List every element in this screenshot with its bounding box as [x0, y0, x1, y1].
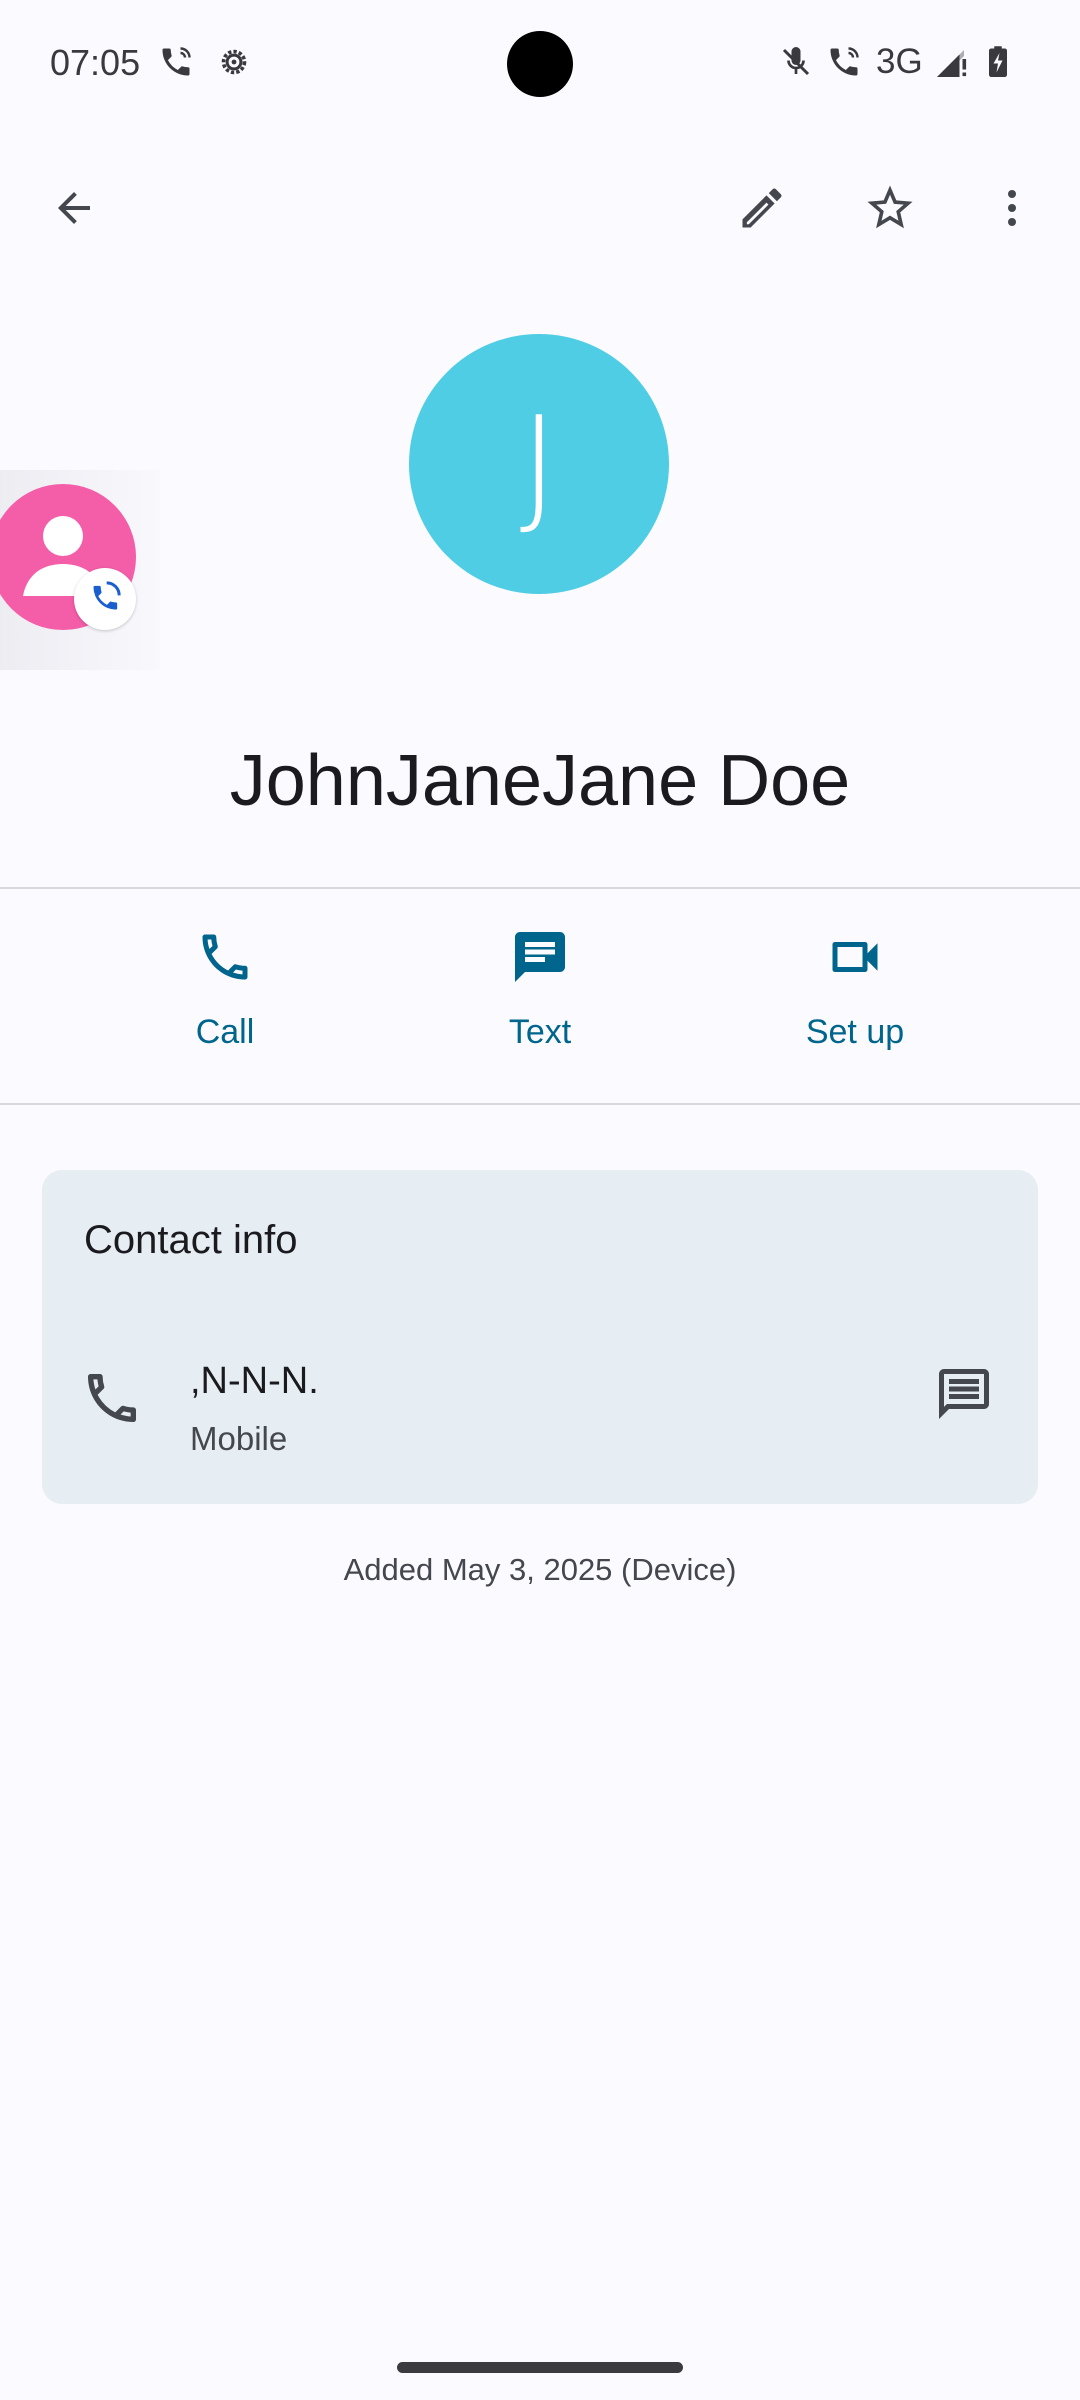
status-bar: 07:05 3G — [0, 0, 1080, 130]
phone-icon — [193, 925, 257, 989]
divider — [0, 1103, 1080, 1105]
send-message-button[interactable] — [924, 1356, 1004, 1436]
back-button[interactable] — [34, 170, 114, 250]
favorite-button[interactable] — [850, 170, 930, 250]
call-label: Call — [195, 1013, 255, 1051]
network-type: 3G — [876, 42, 923, 81]
added-date: Added May 3, 2025 (Device) — [343, 1552, 737, 1587]
settings-gear-icon — [216, 44, 252, 80]
phone-type-label: Mobile — [190, 1420, 288, 1457]
call-action[interactable]: Call — [125, 925, 325, 1075]
setup-video-action[interactable]: Set up — [755, 925, 955, 1075]
text-label: Text — [508, 1013, 572, 1051]
signal-icon — [934, 44, 970, 80]
contact-info-title: Contact info — [84, 1218, 298, 1262]
more-vert-icon — [988, 184, 1036, 237]
status-time: 07:05 — [50, 42, 141, 83]
bubble-badge — [74, 568, 136, 630]
wifi-call-icon — [158, 44, 194, 80]
home-indicator[interactable] — [397, 2362, 683, 2373]
contact-name: JohnJaneJane Doe — [229, 741, 851, 821]
phone-number[interactable]: ,N-N-N. — [190, 1360, 319, 1403]
back-arrow-icon — [50, 184, 98, 237]
video-icon — [823, 925, 887, 989]
avatar-initial: J — [519, 388, 559, 540]
contact-info-card: Contact info ,N-N-N. Mobile — [42, 1170, 1038, 1504]
text-action[interactable]: Text — [440, 925, 640, 1075]
camera-cutout — [507, 31, 573, 97]
divider — [0, 887, 1080, 889]
more-options-button[interactable] — [972, 170, 1052, 250]
star-outline-icon — [863, 181, 917, 240]
setup-label: Set up — [805, 1013, 905, 1051]
message-icon — [934, 1364, 994, 1429]
edit-button[interactable] — [722, 170, 802, 250]
battery-charging-icon — [980, 44, 1016, 80]
call-sync-icon — [85, 577, 125, 622]
edit-pencil-icon — [736, 182, 788, 239]
message-icon — [508, 925, 572, 989]
phone-icon — [80, 1366, 144, 1430]
contact-avatar: J — [409, 334, 669, 594]
mic-off-icon — [778, 44, 814, 80]
wifi-call-icon — [826, 44, 862, 80]
